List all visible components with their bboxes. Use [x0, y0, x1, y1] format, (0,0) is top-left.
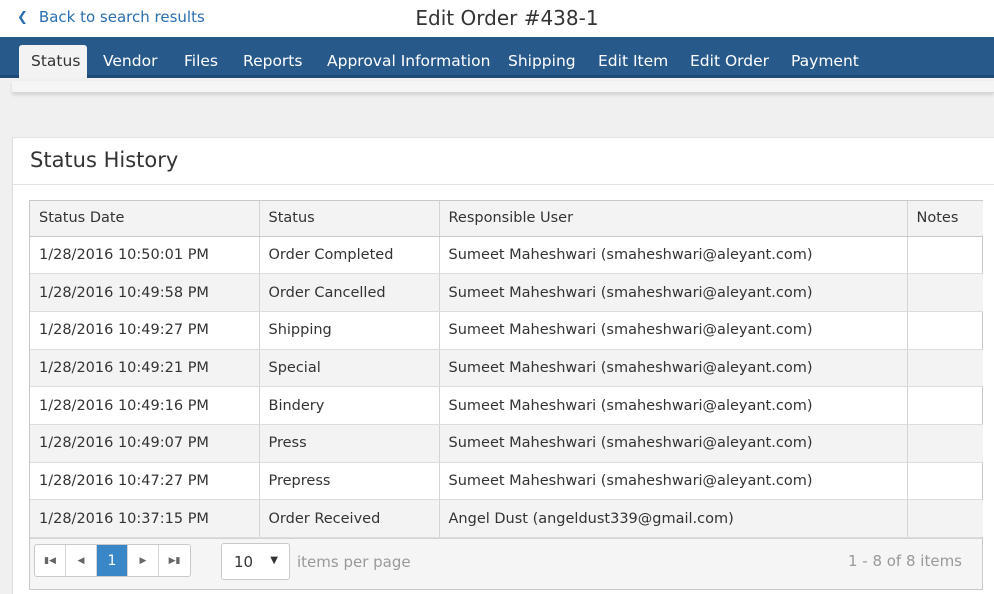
tab-edit-order[interactable]: Edit Order	[678, 45, 781, 78]
cell-responsible-user: Angel Dust (angeldust339@gmail.com)	[439, 499, 908, 538]
cell-status: Press	[259, 424, 440, 463]
tab-status[interactable]: Status	[19, 45, 87, 78]
cell-status-date: 1/28/2016 10:49:27 PM	[30, 311, 260, 350]
current-page-button[interactable]: 1	[97, 545, 128, 576]
cell-status: Prepress	[259, 462, 440, 501]
table-row[interactable]: 1/28/2016 10:37:15 PM Order Received Ang…	[30, 499, 983, 538]
cell-responsible-user: Sumeet Maheshwari (smaheshwari@aleyant.c…	[439, 311, 908, 350]
divider	[13, 184, 994, 185]
column-header-notes[interactable]: Notes	[907, 201, 983, 237]
page-title: Edit Order #438-1	[415, 6, 599, 30]
prev-page-button[interactable]: ◀	[66, 545, 97, 576]
cell-notes	[907, 311, 983, 350]
tab-bar: Status Vendor Files Reports Approval Inf…	[0, 37, 994, 78]
table-row[interactable]: 1/28/2016 10:47:27 PM Prepress Sumeet Ma…	[30, 462, 983, 501]
status-history-table: Status Date Status Responsible User Note…	[30, 201, 983, 538]
cell-status-date: 1/28/2016 10:49:21 PM	[30, 349, 260, 388]
items-range-label: 1 - 8 of 8 items	[847, 552, 962, 570]
table-row[interactable]: 1/28/2016 10:49:07 PM Press Sumeet Mahes…	[30, 424, 983, 463]
cell-status-date: 1/28/2016 10:50:01 PM	[30, 236, 260, 275]
cell-responsible-user: Sumeet Maheshwari (smaheshwari@aleyant.c…	[439, 349, 908, 388]
cell-status: Order Received	[259, 499, 440, 538]
table-header-row: Status Date Status Responsible User Note…	[30, 201, 983, 237]
cell-status-date: 1/28/2016 10:47:27 PM	[30, 462, 260, 501]
status-history-grid: Status Date Status Responsible User Note…	[29, 200, 983, 590]
first-page-button[interactable]: ▮◀	[35, 545, 66, 576]
pager: ▮◀ ◀ 1 ▶ ▶▮ 10 ▼ items per page 1 - 8 of…	[30, 538, 982, 589]
table-row[interactable]: 1/28/2016 10:50:01 PM Order Completed Su…	[30, 236, 983, 275]
cell-status-date: 1/28/2016 10:37:15 PM	[30, 499, 260, 538]
table-row[interactable]: 1/28/2016 10:49:27 PM Shipping Sumeet Ma…	[30, 311, 983, 350]
cell-responsible-user: Sumeet Maheshwari (smaheshwari@aleyant.c…	[439, 273, 908, 312]
cell-status: Special	[259, 349, 440, 388]
dropdown-arrow-icon: ▼	[270, 555, 278, 566]
column-header-status-date[interactable]: Status Date	[30, 201, 260, 237]
column-header-responsible-user[interactable]: Responsible User	[439, 201, 908, 237]
cell-responsible-user: Sumeet Maheshwari (smaheshwari@aleyant.c…	[439, 236, 908, 275]
cell-notes	[907, 349, 983, 388]
tab-content-strip	[12, 81, 994, 93]
cell-status-date: 1/28/2016 10:49:07 PM	[30, 424, 260, 463]
tab-files[interactable]: Files	[172, 45, 230, 78]
cell-responsible-user: Sumeet Maheshwari (smaheshwari@aleyant.c…	[439, 386, 908, 425]
prev-page-icon: ◀	[77, 555, 85, 566]
first-page-icon: ▮◀	[44, 555, 56, 566]
top-bar: ❮ Back to search results Edit Order #438…	[0, 0, 994, 37]
cell-status: Shipping	[259, 311, 440, 350]
page-buttons: ▮◀ ◀ 1 ▶ ▶▮	[34, 544, 191, 577]
next-page-icon: ▶	[139, 555, 147, 566]
tab-approval-information[interactable]: Approval Information	[315, 45, 502, 78]
cell-status: Order Completed	[259, 236, 440, 275]
table-row[interactable]: 1/28/2016 10:49:21 PM Special Sumeet Mah…	[30, 349, 983, 388]
page-size-dropdown[interactable]: 10 ▼	[221, 543, 290, 580]
cell-notes	[907, 499, 983, 538]
cell-status: Order Cancelled	[259, 273, 440, 312]
panel-title: Status History	[30, 148, 179, 172]
tab-reports[interactable]: Reports	[231, 45, 314, 78]
table-row[interactable]: 1/28/2016 10:49:58 PM Order Cancelled Su…	[30, 273, 983, 312]
table-row[interactable]: 1/28/2016 10:49:16 PM Bindery Sumeet Mah…	[30, 386, 983, 425]
cell-responsible-user: Sumeet Maheshwari (smaheshwari@aleyant.c…	[439, 424, 908, 463]
cell-notes	[907, 424, 983, 463]
column-header-status[interactable]: Status	[259, 201, 440, 237]
cell-status-date: 1/28/2016 10:49:16 PM	[30, 386, 260, 425]
cell-status-date: 1/28/2016 10:49:58 PM	[30, 273, 260, 312]
cell-status: Bindery	[259, 386, 440, 425]
tab-edit-item[interactable]: Edit Item	[586, 45, 680, 78]
tab-shipping[interactable]: Shipping	[496, 45, 588, 78]
cell-notes	[907, 386, 983, 425]
tab-payment[interactable]: Payment	[779, 45, 871, 78]
cell-notes	[907, 462, 983, 501]
next-page-button[interactable]: ▶	[128, 545, 159, 576]
cell-responsible-user: Sumeet Maheshwari (smaheshwari@aleyant.c…	[439, 462, 908, 501]
cell-notes	[907, 236, 983, 275]
last-page-button[interactable]: ▶▮	[159, 545, 190, 576]
items-per-page-label: items per page	[297, 553, 411, 571]
tab-vendor[interactable]: Vendor	[91, 45, 169, 78]
page-size-value: 10	[234, 553, 254, 571]
last-page-icon: ▶▮	[168, 555, 181, 566]
cell-notes	[907, 273, 983, 312]
